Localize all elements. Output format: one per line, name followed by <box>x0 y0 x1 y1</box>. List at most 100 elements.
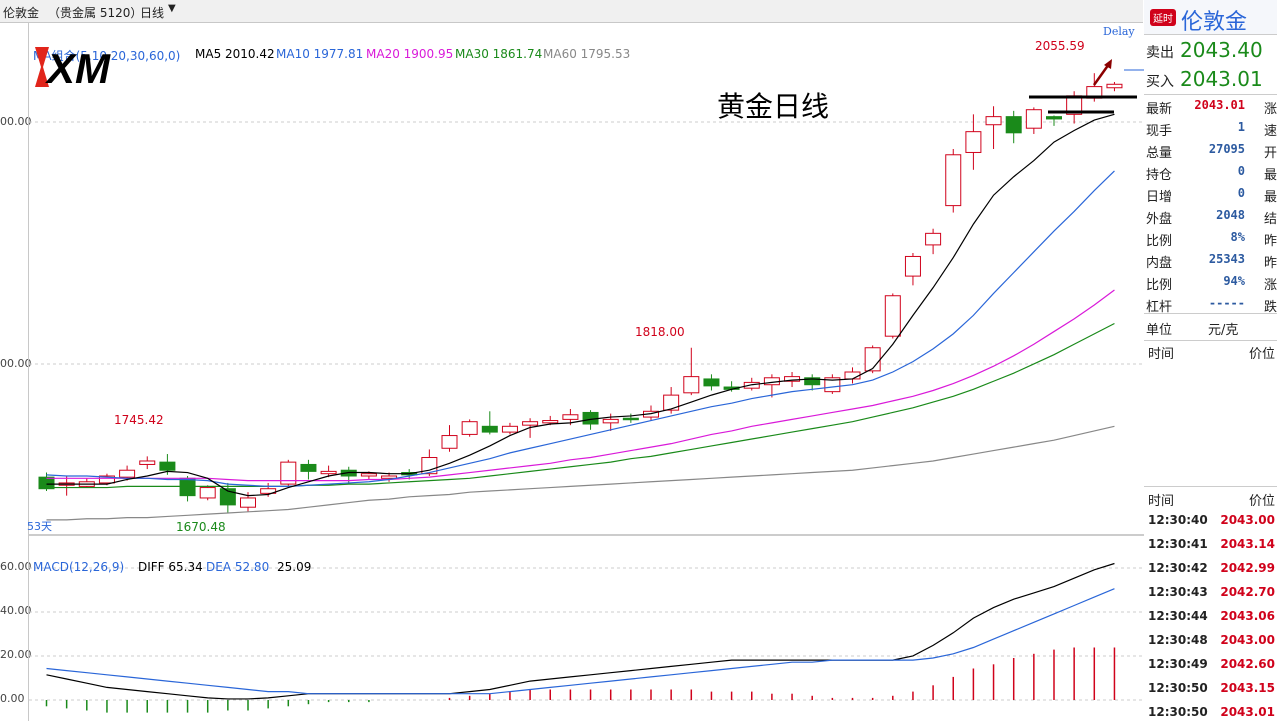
tick-row[interactable]: 12:30:50 2043.15 <box>1144 676 1277 700</box>
stat-row: 日增 0 最 <box>1144 183 1277 205</box>
candlestick-chart[interactable] <box>29 23 1144 721</box>
tick-price: 2042.60 <box>1220 657 1275 671</box>
stat-right-label: 开 <box>1264 146 1277 161</box>
chevron-down-icon[interactable]: ▼ <box>168 3 176 14</box>
candle-body <box>481 425 498 433</box>
ma10-line <box>46 170 1115 488</box>
candle-body <box>864 347 881 372</box>
mid-high-annotation: 1818.00 <box>635 325 685 339</box>
stat-right-label: 涨 <box>1264 278 1277 293</box>
stat-label: 比例 <box>1146 234 1173 249</box>
candle-body <box>360 473 377 477</box>
stat-label: 内盘 <box>1146 256 1173 271</box>
tick-price: 2043.00 <box>1220 513 1275 527</box>
tick-time: 12:30:42 <box>1148 561 1208 575</box>
stat-label: 现手 <box>1146 124 1173 139</box>
delay-label: Delay <box>1103 25 1135 38</box>
stat-row: 最新 2043.01 涨 <box>1144 95 1277 117</box>
sell-price: 2043.40 <box>1180 38 1263 62</box>
stat-value: 25343 <box>1208 252 1245 266</box>
candle-body <box>522 421 539 426</box>
stat-value: 2043.01 <box>1194 98 1245 112</box>
tick-price: 2043.01 <box>1220 705 1275 719</box>
time-price-header: 时间 价位 <box>1144 340 1277 362</box>
y-tick-label: 00.00 <box>0 357 32 370</box>
stat-right-label: 结 <box>1264 212 1277 227</box>
tick-row[interactable]: 12:30:50 2043.01 <box>1144 700 1277 724</box>
unit-row: 单位 元/克 <box>1144 313 1277 341</box>
tick-price: 2043.00 <box>1220 633 1275 647</box>
candle-body <box>985 116 1002 126</box>
tick-time: 12:30:48 <box>1148 633 1208 647</box>
y-tick-label: 60.00 <box>0 560 32 573</box>
tick-time: 12:30:50 <box>1148 705 1208 719</box>
tick-row[interactable]: 12:30:40 2043.00 <box>1144 508 1277 532</box>
candle-body <box>1106 83 1123 89</box>
candle-body <box>320 470 337 475</box>
candle-body <box>683 376 700 394</box>
macd-label[interactable]: MACD(12,26,9) <box>33 560 124 574</box>
tick-time: 12:30:50 <box>1148 681 1208 695</box>
candle-body <box>703 378 720 387</box>
ma60-label: MA60 1795.53 <box>543 47 631 61</box>
stat-label: 持仓 <box>1146 168 1173 183</box>
y-tick-label: 0.00 <box>0 692 25 705</box>
y-tick-label: 40.00 <box>0 604 32 617</box>
tick-price: 2043.15 <box>1220 681 1275 695</box>
left-high-annotation: 1745.42 <box>114 413 164 427</box>
candle-body <box>622 417 639 421</box>
tick-row[interactable]: 12:30:42 2042.99 <box>1144 556 1277 580</box>
stat-label: 日增 <box>1146 190 1173 205</box>
stat-right-label: 速 <box>1264 124 1277 139</box>
tick-row[interactable]: 12:30:49 2042.60 <box>1144 652 1277 676</box>
period-selector[interactable]: 日线 <box>140 4 164 21</box>
stat-label: 总量 <box>1146 146 1173 161</box>
stat-value: 2048 <box>1216 208 1245 222</box>
tick-row[interactable]: 12:30:43 2042.70 <box>1144 580 1277 604</box>
tick-time: 12:30:49 <box>1148 657 1208 671</box>
stat-label: 比例 <box>1146 278 1173 293</box>
unit-label: 单位 <box>1146 323 1173 338</box>
stat-value: 8% <box>1230 230 1245 244</box>
candle-body <box>965 131 982 153</box>
candle-body <box>139 460 156 465</box>
stat-row: 比例 94% 涨 <box>1144 271 1277 293</box>
ma5-label: MA5 2010.42 <box>195 47 275 61</box>
macd-dea-label: DEA 52.80 <box>206 560 270 574</box>
candle-body <box>199 487 216 499</box>
stat-value: 27095 <box>1208 142 1245 156</box>
stat-row: 比例 8% 昨 <box>1144 227 1277 249</box>
stat-value: 0 <box>1237 186 1245 200</box>
symbol-name: 伦敦金 <box>3 6 40 20</box>
tick-row[interactable]: 12:30:41 2043.14 <box>1144 532 1277 556</box>
tick-time-header: 时间 <box>1148 494 1175 509</box>
chart-area[interactable]: MA组合(5,10,20,30,60,0) MA5 2010.42 MA10 1… <box>27 23 1145 721</box>
stat-value: 0 <box>1237 164 1245 178</box>
ma30-line <box>46 322 1115 489</box>
tick-time: 12:30:44 <box>1148 609 1208 623</box>
sell-label: 卖出 <box>1146 45 1174 61</box>
low-annotation: 1670.48 <box>176 520 226 534</box>
tick-row[interactable]: 12:30:44 2043.06 <box>1144 604 1277 628</box>
ma20-label: MA20 1900.95 <box>366 47 454 61</box>
candle-body <box>602 418 619 424</box>
sell-row: 卖出 2043.40 <box>1144 36 1277 66</box>
tick-row[interactable]: 12:30:48 2043.00 <box>1144 628 1277 652</box>
stat-label: 外盘 <box>1146 212 1173 227</box>
stat-row: 总量 27095 开 <box>1144 139 1277 161</box>
tick-price: 2042.99 <box>1220 561 1275 575</box>
candle-body <box>945 154 962 207</box>
y-axis: 00.00 00.00 60.00 40.00 20.00 0.00 <box>0 23 32 721</box>
stat-right-label: 昨 <box>1264 256 1277 271</box>
logo-text: XM <box>45 45 111 91</box>
candle-body <box>159 461 176 471</box>
stat-value: ----- <box>1208 296 1245 310</box>
stat-value: 1 <box>1237 120 1245 134</box>
y-tick-label: 20.00 <box>0 648 32 661</box>
stat-right-label: 昨 <box>1264 234 1277 249</box>
stat-row: 杠杆 ----- 跌 <box>1144 293 1277 315</box>
candle-body <box>1046 116 1062 120</box>
buy-price: 2043.01 <box>1180 67 1263 91</box>
tick-price-header: 价位 <box>1248 494 1275 509</box>
ma60-line <box>46 425 1115 521</box>
